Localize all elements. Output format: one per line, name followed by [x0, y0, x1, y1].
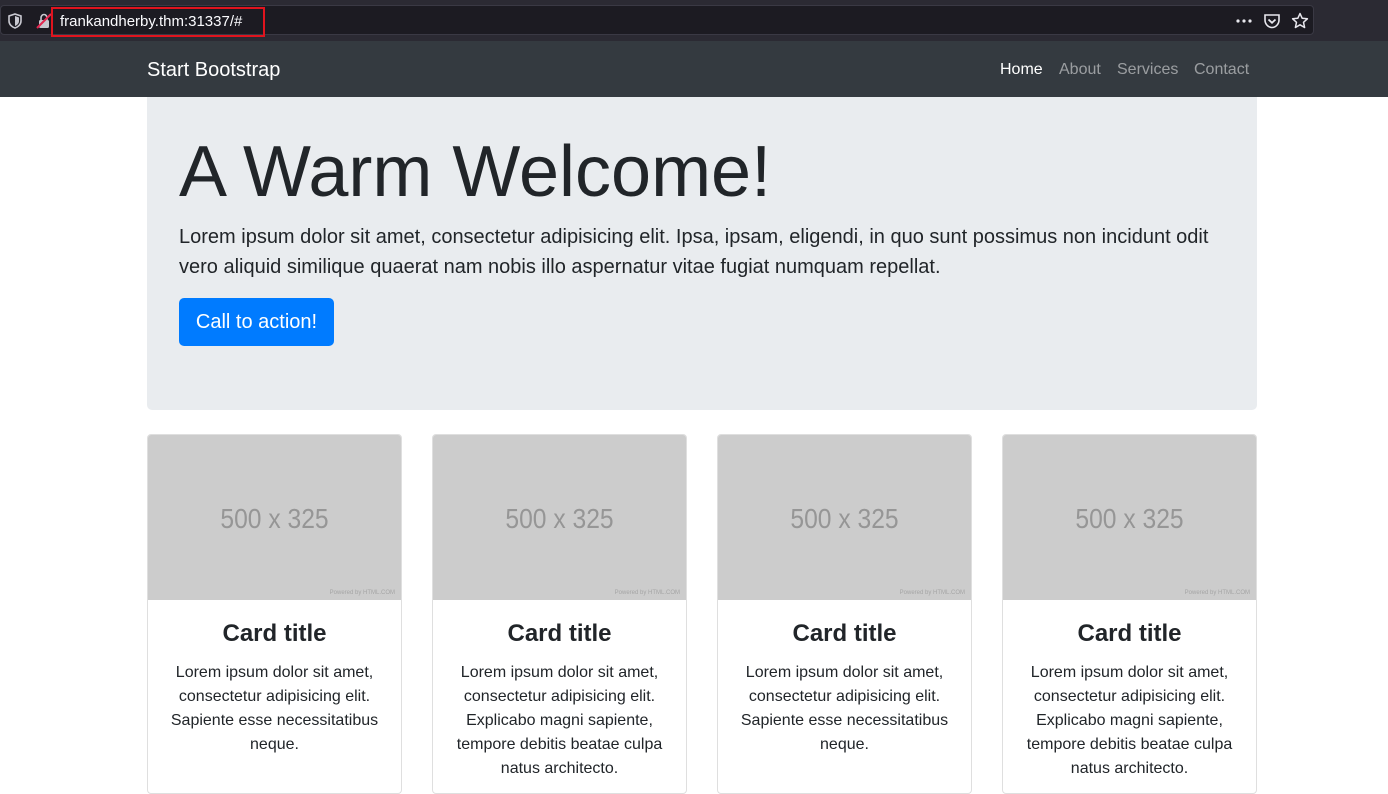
- url-text[interactable]: frankandherby.thm:31337/#: [60, 13, 242, 31]
- card: 500 x 325 Powered by HTML.COM Card title…: [432, 434, 687, 794]
- address-bar[interactable]: frankandherby.thm:31337/#: [0, 5, 1314, 37]
- card-image-placeholder: 500 x 325 Powered by HTML.COM: [433, 435, 686, 600]
- browser-toolbar: frankandherby.thm:31337/#: [0, 0, 1388, 41]
- card: 500 x 325 Powered by HTML.COM Card title…: [1002, 434, 1257, 794]
- image-credit: Powered by HTML.COM: [329, 590, 395, 596]
- site-navbar: Start Bootstrap Home About Services Cont…: [0, 41, 1388, 97]
- more-icon[interactable]: [1235, 13, 1253, 29]
- card-title: Card title: [222, 620, 327, 647]
- image-credit: Powered by HTML.COM: [1184, 590, 1250, 596]
- card-text: Lorem ipsum dolor sit amet, consectetur …: [456, 664, 663, 777]
- pocket-icon[interactable]: [1263, 12, 1281, 30]
- lead-text: Lorem ipsum dolor sit amet, consectetur …: [179, 226, 1209, 278]
- shield-icon[interactable]: [8, 13, 22, 29]
- nav-link-about[interactable]: About: [1059, 60, 1101, 80]
- card-title: Card title: [507, 620, 612, 647]
- image-credit: Powered by HTML.COM: [614, 590, 680, 596]
- jumbotron: A Warm Welcome! Lorem ipsum dolor sit am…: [147, 97, 1257, 410]
- nav-link-home[interactable]: Home: [1000, 60, 1043, 80]
- card-image-placeholder: 500 x 325 Powered by HTML.COM: [1003, 435, 1256, 600]
- navbar-brand[interactable]: Start Bootstrap: [147, 58, 280, 82]
- card-title: Card title: [792, 620, 897, 647]
- card-text: Lorem ipsum dolor sit amet, consectetur …: [1026, 664, 1233, 777]
- card-image-placeholder: 500 x 325 Powered by HTML.COM: [148, 435, 401, 600]
- call-to-action-button[interactable]: Call to action!: [179, 298, 334, 346]
- card-text: Lorem ipsum dolor sit amet, consectetur …: [170, 664, 379, 753]
- image-credit: Powered by HTML.COM: [899, 590, 965, 596]
- insecure-lock-icon[interactable]: [36, 13, 52, 29]
- card: 500 x 325 Powered by HTML.COM Card title…: [717, 434, 972, 794]
- nav-link-contact[interactable]: Contact: [1194, 60, 1249, 80]
- image-size-label: 500 x 325: [1075, 503, 1184, 534]
- image-size-label: 500 x 325: [220, 503, 329, 534]
- image-size-label: 500 x 325: [790, 503, 899, 534]
- nav-link-services[interactable]: Services: [1117, 60, 1178, 80]
- card: 500 x 325 Powered by HTML.COM Card title…: [147, 434, 402, 794]
- star-icon[interactable]: [1291, 12, 1309, 30]
- image-size-label: 500 x 325: [505, 503, 614, 534]
- page-title: A Warm Welcome!: [179, 132, 772, 212]
- card-title: Card title: [1077, 620, 1182, 647]
- card-image-placeholder: 500 x 325 Powered by HTML.COM: [718, 435, 971, 600]
- card-text: Lorem ipsum dolor sit amet, consectetur …: [740, 664, 949, 753]
